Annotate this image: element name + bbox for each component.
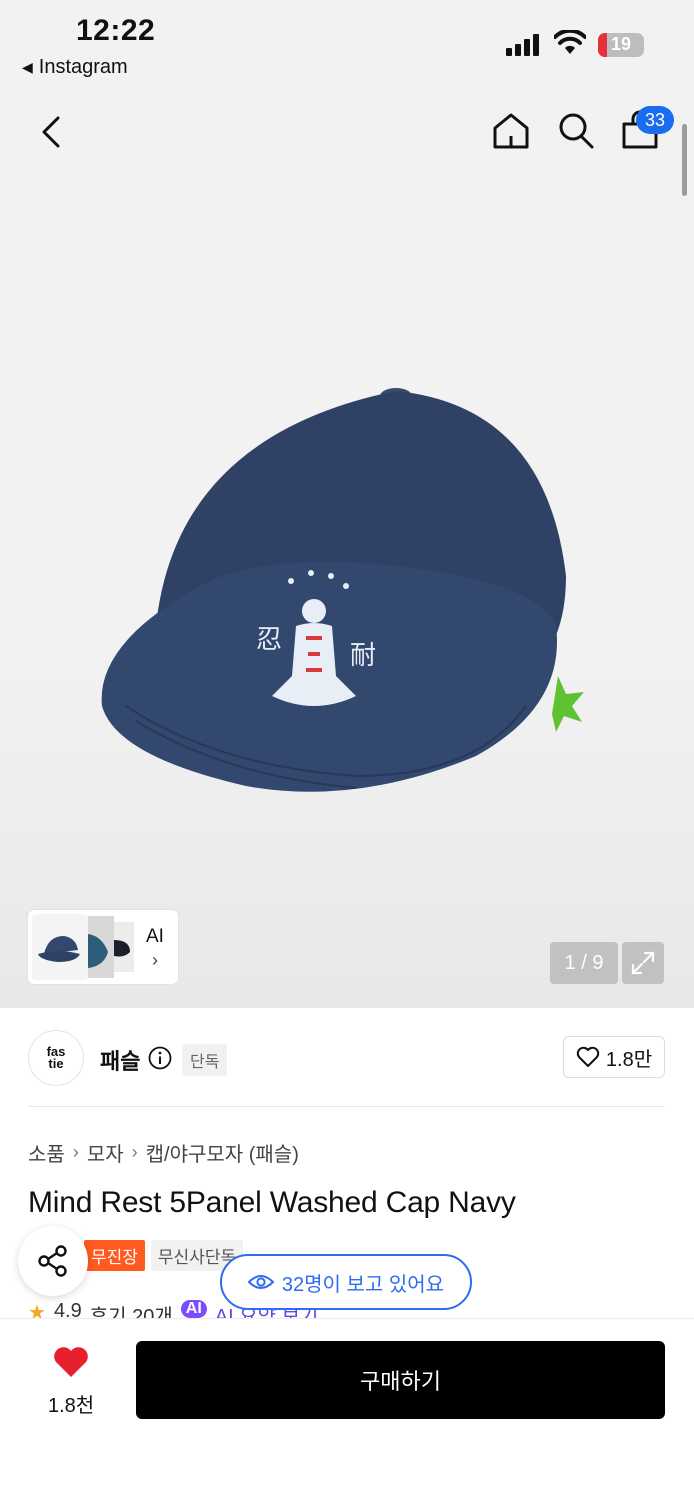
exclusive-tag: 단독: [182, 1044, 228, 1076]
chevron-right-icon[interactable]: ›: [152, 950, 158, 971]
search-icon[interactable]: [556, 110, 596, 152]
shipping-badge: 무진장: [84, 1240, 145, 1271]
info-icon[interactable]: [148, 1046, 172, 1070]
star-icon: ★: [28, 1302, 46, 1318]
heart-icon[interactable]: [52, 1345, 90, 1379]
status-time: 12:22: [76, 14, 156, 47]
wifi-icon: [554, 30, 586, 54]
back-triangle-icon: ◀: [22, 59, 33, 75]
rating-value: 4.9: [53, 1300, 82, 1318]
eye-icon: [247, 1275, 274, 1289]
thumbnail-2[interactable]: [88, 916, 114, 978]
expand-icon: [631, 951, 655, 975]
viewers-text: 32명이 보고 있어요: [281, 1273, 445, 1296]
back-to-app-link[interactable]: ◀ Instagram: [22, 56, 128, 79]
thumbnail-strip[interactable]: AI ›: [28, 910, 178, 984]
brand-logo[interactable]: fas tie: [28, 1030, 84, 1086]
svg-text:耐: 耐: [350, 641, 376, 671]
product-title: Mind Rest 5Panel Washed Cap Navy: [28, 1186, 516, 1219]
brand-like-button[interactable]: 1.8만: [563, 1036, 665, 1078]
breadcrumb: 소품 › 모자 › 캡/야구모자 (패슬): [28, 1138, 299, 1167]
breadcrumb-item[interactable]: 모자: [87, 1138, 124, 1167]
chevron-right-icon: ›: [131, 1142, 138, 1162]
chevron-right-icon: ›: [72, 1142, 79, 1162]
home-icon[interactable]: [490, 110, 532, 152]
divider: [28, 1106, 665, 1107]
heart-outline-icon: [576, 1046, 600, 1067]
breadcrumb-item[interactable]: 소품: [28, 1138, 65, 1167]
product-image-gallery[interactable]: 33 忍 耐 AI › 1 / 9: [0, 84, 694, 1008]
thumbnail-1[interactable]: [32, 914, 88, 980]
battery-icon: 19: [598, 33, 644, 57]
battery-level: 19: [610, 34, 632, 54]
share-button[interactable]: [18, 1226, 88, 1296]
image-pager: 1 / 9: [550, 942, 618, 984]
thumbnail-3[interactable]: [114, 922, 134, 972]
cellular-signal-icon: [506, 34, 539, 56]
back-arrow-icon[interactable]: [36, 112, 68, 152]
cart-count-badge: 33: [636, 106, 674, 134]
buy-button[interactable]: 구매하기: [136, 1341, 665, 1419]
brand-like-count: 1.8만: [605, 1048, 653, 1071]
ai-chip: AI: [180, 1300, 207, 1318]
bottom-action-bar: 1.8천 구매하기: [0, 1318, 694, 1500]
brand-name[interactable]: 패슬: [100, 1044, 140, 1076]
product-photo-cap: 忍 耐: [101, 388, 584, 792]
back-app-label: Instagram: [38, 56, 128, 78]
viewers-pill: 32명이 보고 있어요: [220, 1254, 472, 1310]
expand-button[interactable]: [622, 942, 664, 984]
breadcrumb-item[interactable]: 캡/야구모자 (패슬): [146, 1138, 299, 1167]
status-bar: 12:22 ◀ Instagram 19: [0, 0, 694, 84]
page-scrollbar[interactable]: [682, 124, 687, 196]
like-count: 1.8천: [48, 1395, 95, 1417]
review-count[interactable]: 후기 20개: [90, 1300, 173, 1318]
ai-similar-label[interactable]: AI: [146, 926, 164, 948]
product-badges: 무진장 무신사단독: [84, 1240, 244, 1271]
svg-text:忍: 忍: [256, 625, 282, 655]
share-icon: [38, 1245, 67, 1277]
